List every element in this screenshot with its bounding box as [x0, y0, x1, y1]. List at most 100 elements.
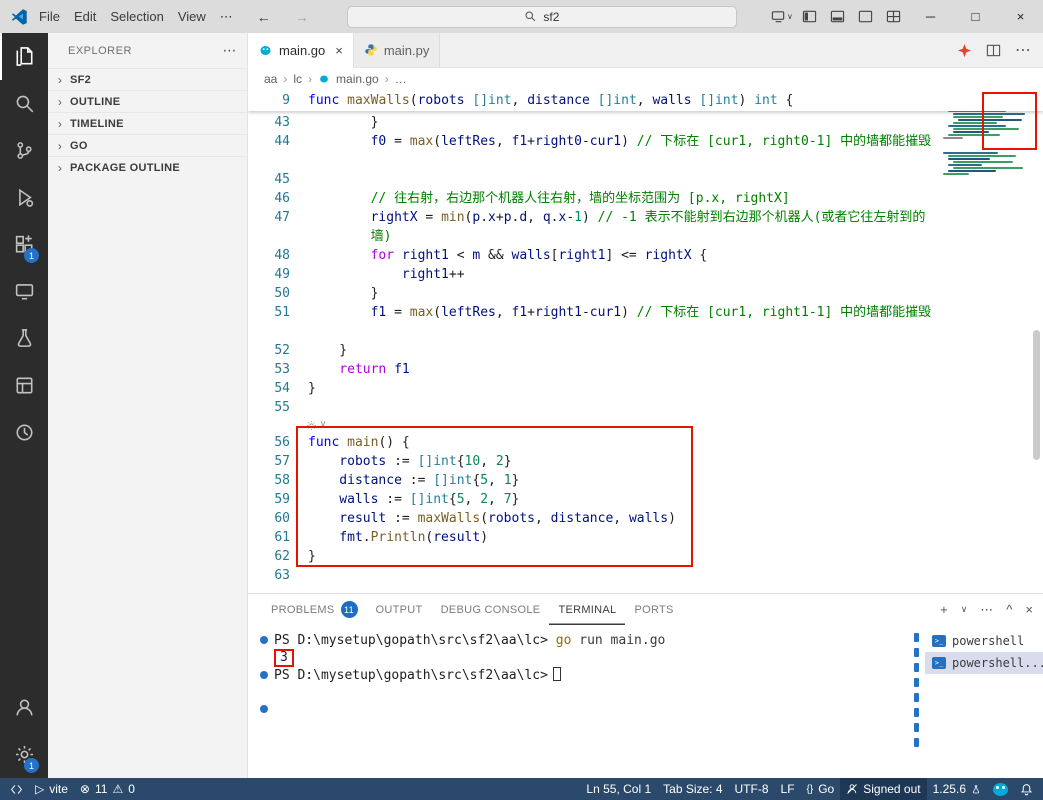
breadcrumb-main-go[interactable]: main.go — [336, 72, 379, 86]
tab-main-py[interactable]: main.py — [353, 33, 441, 67]
split-editor-icon[interactable] — [986, 43, 1001, 58]
source-control-icon[interactable] — [0, 127, 48, 174]
command-decoration-dot[interactable] — [260, 636, 268, 644]
run-code-icon[interactable] — [957, 43, 972, 58]
close-button[interactable]: × — [998, 0, 1043, 33]
extensions-icon[interactable]: 1 — [0, 221, 48, 268]
command-center-search[interactable]: sf2 — [346, 5, 737, 28]
go-version-status[interactable]: 1.25.6 — [927, 778, 987, 800]
code-line-60[interactable]: 60 result := maxWalls(robots, distance, w… — [248, 509, 1043, 528]
terminal-instance-powershell[interactable]: >_ powershell... — [925, 652, 1043, 674]
code-line-45[interactable]: 45 — [248, 170, 1043, 189]
menu-file[interactable]: File — [32, 6, 67, 27]
code-line-43[interactable]: 43} — [248, 113, 1043, 132]
notifications[interactable] — [1014, 778, 1039, 800]
code-line-44[interactable]: 44 f0 = max(leftRes, f1+right0-cur1) // 下… — [248, 132, 1043, 170]
editor-more-icon[interactable]: ⋯ — [1015, 40, 1031, 60]
breadcrumb-aa[interactable]: aa — [264, 72, 277, 86]
terminal-output[interactable]: PS D:\mysetup\gopath\src\sf2\aa\lc> go r… — [248, 625, 909, 778]
remote-indicator[interactable] — [4, 778, 29, 800]
code-line-58[interactable]: 58 distance := []int{5, 1} — [248, 471, 1043, 490]
menu-overflow[interactable]: ⋯ — [213, 6, 240, 28]
customize-layout-icon[interactable] — [880, 4, 908, 30]
signed-out-status[interactable]: Signed out — [840, 778, 927, 800]
extension-view-b-icon[interactable] — [0, 409, 48, 456]
tab-close-icon[interactable]: × — [335, 43, 343, 58]
testing-icon[interactable] — [0, 315, 48, 362]
indentation[interactable]: Tab Size: 4 — [657, 778, 728, 800]
menu-selection[interactable]: Selection — [103, 6, 170, 27]
terminal-line[interactable] — [274, 684, 909, 701]
code-line-49[interactable]: 49 right1++ — [248, 265, 1043, 284]
code-line-63[interactable]: 63 — [248, 566, 1043, 585]
toggle-panel-icon[interactable] — [824, 4, 852, 30]
search-view-icon[interactable] — [0, 80, 48, 127]
code-line-51[interactable]: 51 f1 = max(leftRes, f1+right1-cur1) // 下… — [248, 303, 1043, 341]
panel-more-icon[interactable]: ⋯ — [980, 602, 993, 618]
close-panel-icon[interactable]: × — [1025, 602, 1033, 617]
code-line-52[interactable]: 52} — [248, 341, 1043, 360]
code-editor[interactable]: 9 func maxWalls(robots []int, distance [… — [248, 90, 1043, 593]
settings-gear-icon[interactable]: 1 — [0, 731, 48, 778]
command-decoration-dot[interactable] — [260, 671, 268, 679]
terminal-dropdown-icon[interactable]: ∨ — [961, 604, 968, 615]
terminal-scrollbar[interactable] — [909, 625, 925, 778]
code-line-50[interactable]: 50} — [248, 284, 1043, 303]
cursor-position[interactable]: Ln 55, Col 1 — [580, 778, 657, 800]
code-line-53[interactable]: 53 return f1 — [248, 360, 1043, 379]
breadcrumb-lc[interactable]: lc — [293, 72, 302, 86]
panel-tab-debug-console[interactable]: DEBUG CONSOLE — [432, 594, 550, 625]
code-line-56[interactable]: 56 func main() { — [248, 433, 1043, 452]
minimize-button[interactable]: ─ — [908, 0, 953, 33]
remote-explorer-icon[interactable] — [0, 268, 48, 315]
terminal-instance-powershell[interactable]: >_ powershell — [925, 630, 1043, 652]
sticky-scroll-line[interactable]: 9 func maxWalls(robots []int, distance [… — [248, 90, 1043, 111]
code-line-48[interactable]: 48 for right1 < m && walls[right1] <= rig… — [248, 246, 1043, 265]
eol-sequence[interactable]: LF — [775, 778, 801, 800]
breadcrumb-symbol[interactable]: … — [395, 72, 407, 86]
panel-tab-ports[interactable]: PORTS — [625, 594, 682, 625]
panel-tab-output[interactable]: OUTPUT — [367, 594, 432, 625]
terminal-line[interactable]: PS D:\mysetup\gopath\src\sf2\aa\lc> — [260, 667, 909, 684]
editor-scrollbar[interactable] — [1033, 330, 1040, 460]
task-vite[interactable]: ▷ vite — [29, 778, 74, 800]
panel-tab-terminal[interactable]: TERMINAL — [549, 594, 625, 625]
code-line-46[interactable]: 46 // 往右射，右边那个机器人往右射，墙的坐标范围为 [p.x, rightX… — [248, 189, 1043, 208]
code-line-54[interactable]: 54} — [248, 379, 1043, 398]
forward-button[interactable]: → — [288, 9, 316, 25]
run-debug-icon[interactable] — [0, 174, 48, 221]
code-line-57[interactable]: 57 robots := []int{10, 2} — [248, 452, 1043, 471]
explorer-icon[interactable] — [0, 33, 48, 80]
back-button[interactable]: ← — [250, 9, 278, 25]
account-icon[interactable] — [0, 684, 48, 731]
maximize-panel-icon[interactable]: ^ — [1006, 602, 1012, 617]
sidebar-section-package-outline[interactable]: › PACKAGE OUTLINE — [48, 156, 247, 178]
tab-main-go[interactable]: main.go × — [248, 33, 354, 68]
code-line-55[interactable]: 55 — [248, 398, 1043, 417]
extension-view-a-icon[interactable] — [0, 362, 48, 409]
gopher-status[interactable] — [987, 778, 1014, 800]
sidebar-section-outline[interactable]: › OUTLINE — [48, 90, 247, 112]
sidebar-section-sf2[interactable]: › SF2 — [48, 68, 247, 90]
terminal-line[interactable]: 3 — [274, 649, 909, 667]
toggle-primary-sidebar-icon[interactable] — [796, 4, 824, 30]
command-decoration-dot[interactable] — [260, 705, 268, 713]
maximize-button[interactable]: □ — [953, 0, 998, 33]
code-line-59[interactable]: 59 walls := []int{5, 2, 7} — [248, 490, 1043, 509]
open-remote-window-icon[interactable]: ∨ — [768, 4, 796, 30]
explorer-more-icon[interactable]: ⋯ — [223, 42, 238, 59]
encoding[interactable]: UTF-8 — [729, 778, 775, 800]
terminal-line[interactable] — [260, 701, 909, 718]
menu-edit[interactable]: Edit — [67, 6, 103, 27]
code-line-62[interactable]: 62} — [248, 547, 1043, 566]
problems-status[interactable]: ⊗ 11 ⚠ 0 — [74, 778, 141, 800]
new-terminal-icon[interactable]: + — [940, 602, 948, 617]
language-mode[interactable]: {} Go — [801, 778, 841, 800]
code-lens-row[interactable]: ∨ — [248, 417, 1043, 433]
panel-tab-problems[interactable]: PROBLEMS 11 — [262, 594, 367, 625]
terminal-line[interactable]: PS D:\mysetup\gopath\src\sf2\aa\lc> go r… — [260, 632, 909, 649]
code-line-47[interactable]: 47 rightX = min(p.x+p.d, q.x-1) // -1 表示不… — [248, 208, 1043, 246]
toggle-secondary-sidebar-icon[interactable] — [852, 4, 880, 30]
sidebar-section-go[interactable]: › GO — [48, 134, 247, 156]
menu-view[interactable]: View — [171, 6, 213, 27]
